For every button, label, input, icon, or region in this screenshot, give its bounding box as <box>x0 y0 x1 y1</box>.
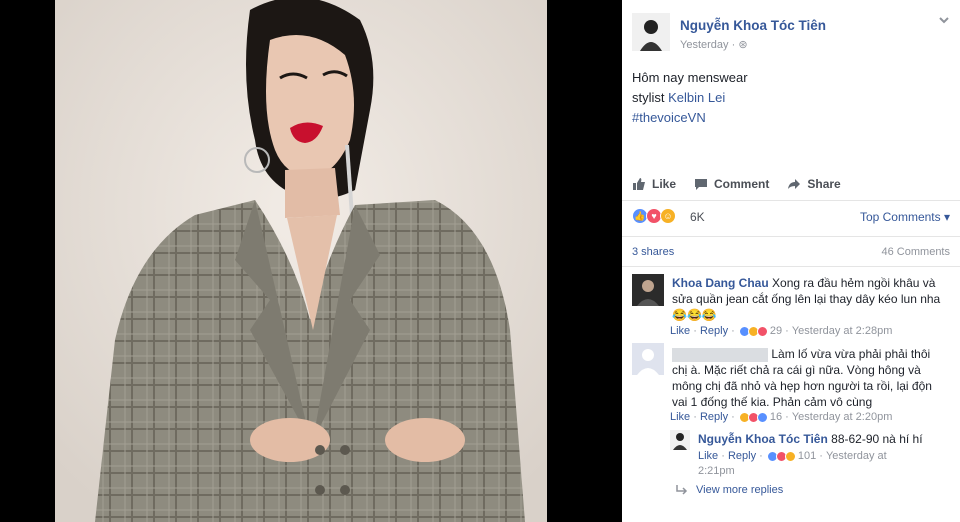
comment-meta: Like · Reply · 29 · Yesterday at 2:28pm <box>670 325 893 337</box>
avatar-image <box>632 274 664 306</box>
hashtag-link[interactable]: #thevoiceVN <box>632 108 952 128</box>
avatar-image <box>632 13 670 51</box>
comment-meta: Like · Reply · 16 · Yesterday at 2:20pm <box>670 411 893 423</box>
comment-body: Làm lố vừa vừa phải phải thôi chị à. Mặc… <box>672 346 956 410</box>
comment-reaction-icons[interactable] <box>738 411 768 423</box>
comment-reaction-icons[interactable] <box>738 325 768 337</box>
reply-time[interactable]: Yesterday at <box>826 450 887 462</box>
author-name[interactable]: Nguyễn Khoa Tóc Tiên <box>680 18 826 33</box>
post-meta: 3 shares 46 Comments <box>632 246 950 258</box>
view-more-replies[interactable]: View more replies <box>676 484 783 496</box>
comment-label: Comment <box>714 177 770 191</box>
reply-arrow-icon <box>676 485 688 495</box>
reply-body: Nguyễn Khoa Tóc Tiên 88-62-90 nà hí hí <box>698 431 956 447</box>
comment-text-line1: Làm lố vừa vừa phải phải thôi <box>771 347 931 361</box>
comment-text-line1: Xong ra đầu hẻm ngồi khâu và <box>772 276 936 290</box>
reply-author-name[interactable]: Nguyễn Khoa Tóc Tiên <box>698 432 828 446</box>
comment-reaction-count: 16 <box>769 411 783 423</box>
divider <box>622 200 960 201</box>
post-sidebar: Nguyễn Khoa Tóc Tiên Yesterday · ⊛ Hôm n… <box>622 0 960 522</box>
thumbs-up-icon <box>633 178 645 190</box>
post-timestamp[interactable]: Yesterday <box>680 39 729 51</box>
shares-count[interactable]: 3 shares <box>632 246 674 258</box>
share-icon <box>788 179 801 189</box>
avatar-image <box>670 430 690 450</box>
commenter-name[interactable]: Khoa Dang Chau <box>672 276 769 290</box>
blurred-name <box>672 347 768 362</box>
comments-count[interactable]: 46 Comments <box>882 246 950 258</box>
like-label: Like <box>652 177 677 191</box>
reply-meta-wrap: 2:21pm <box>698 465 735 477</box>
comment-text-line4: vai 1 đống thế kia. Phản cảm vô cùng <box>672 395 873 409</box>
comment-text-line2: sửa quần jean cắt ống lên lại thay dây k… <box>672 292 941 306</box>
comment-emoji: 😂😂😂 <box>672 308 717 322</box>
comment-text-line2: chị à. Mặc riết chả ra cái gì nữa. Vòng … <box>672 363 921 377</box>
reply-author-avatar[interactable] <box>670 430 690 450</box>
reply-reply-link[interactable]: Reply <box>728 450 756 462</box>
reply-meta: Like · Reply · 101 · Yesterday at <box>698 450 887 462</box>
view-more-label: View more replies <box>696 484 784 496</box>
reaction-count[interactable]: 6K <box>690 210 705 224</box>
divider <box>622 236 960 237</box>
stylist-prefix: stylist <box>632 90 669 105</box>
comment-like-link[interactable]: Like <box>670 411 690 423</box>
post-text-line2: stylist Kelbin Lei <box>632 88 952 108</box>
comment-like-link[interactable]: Like <box>670 325 690 337</box>
reaction-icons[interactable]: 👍 ♥ ☺ <box>632 208 676 224</box>
caret-down-icon: ▾ <box>940 210 950 224</box>
reply-reaction-count: 101 <box>797 450 817 462</box>
reply-text: 88-62-90 nà hí hí <box>831 432 923 446</box>
divider <box>622 266 960 267</box>
reply-reaction-icons[interactable] <box>766 450 796 462</box>
post-photo[interactable] <box>55 0 547 522</box>
author-avatar[interactable] <box>632 13 670 51</box>
commenter-avatar[interactable] <box>632 274 664 306</box>
share-button[interactable]: Share <box>787 177 841 191</box>
post-text-line1: Hôm nay menswear <box>632 70 748 85</box>
like-button[interactable]: Like <box>632 177 676 191</box>
top-comments-dropdown[interactable]: Top Comments ▾ <box>860 210 950 224</box>
share-label: Share <box>807 177 841 191</box>
post-header: Nguyễn Khoa Tóc Tiên Yesterday · ⊛ <box>632 10 952 60</box>
post-body: Hôm nay menswear stylist Kelbin Lei #the… <box>632 68 952 128</box>
comment-time[interactable]: Yesterday at 2:20pm <box>792 411 893 423</box>
reply-time-continued[interactable]: 2:21pm <box>698 465 735 477</box>
reply-like-link[interactable]: Like <box>698 450 718 462</box>
comment-reaction-count: 29 <box>769 325 783 337</box>
comment-time[interactable]: Yesterday at 2:28pm <box>792 325 893 337</box>
comment-reply-link[interactable]: Reply <box>700 325 728 337</box>
post-actions: Like Comment Share <box>632 172 950 196</box>
default-avatar-icon <box>632 343 664 375</box>
photo-illustration <box>55 0 547 522</box>
haha-reaction-icon: ☺ <box>660 208 676 224</box>
comment-body: Khoa Dang Chau Xong ra đầu hẻm ngồi khâu… <box>672 275 956 323</box>
reaction-summary: 👍 ♥ ☺ 6K Top Comments ▾ <box>632 205 950 229</box>
comment-reply-link[interactable]: Reply <box>700 411 728 423</box>
comment-button[interactable]: Comment <box>694 177 769 191</box>
chevron-down-icon[interactable] <box>938 14 952 28</box>
stylist-link[interactable]: Kelbin Lei <box>668 90 725 105</box>
sort-label: Top Comments <box>859 210 941 224</box>
photo-viewer <box>0 0 622 522</box>
comment-text-line3: mông chị đã nhỏ và hẹp hơn người ta rồi,… <box>672 379 932 393</box>
comment-icon <box>695 179 708 190</box>
post-time: Yesterday · ⊛ <box>680 38 748 51</box>
globe-icon: · ⊛ <box>731 39 748 51</box>
anonymous-avatar[interactable] <box>632 343 664 375</box>
